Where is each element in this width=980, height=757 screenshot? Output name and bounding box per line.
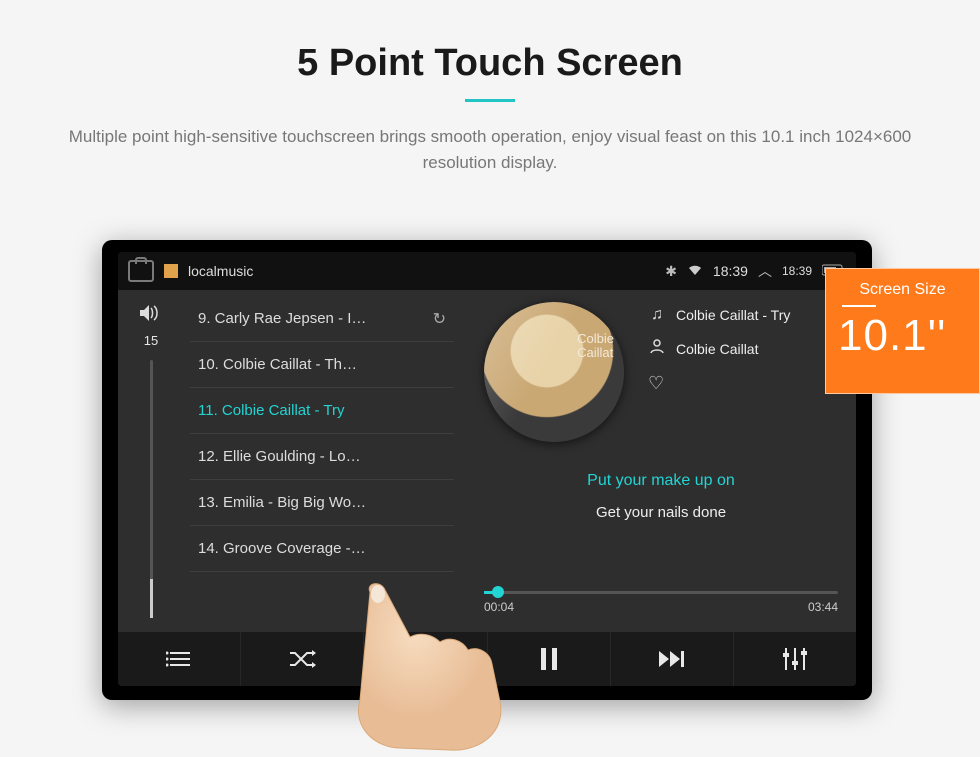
device-screen: localmusic ✱ 18:39 ︿ 18:39 15 9. Carly R… [118, 252, 856, 686]
callout-underline [842, 305, 876, 307]
playlist-item[interactable]: 10. Colbie Caillat - Th… [190, 342, 454, 388]
heart-icon[interactable]: ♡ [648, 373, 664, 394]
clock-primary: 18:39 [713, 263, 748, 279]
playlist[interactable]: 9. Carly Rae Jepsen - I…↻10. Colbie Cail… [184, 290, 454, 632]
progress-slider[interactable] [484, 591, 838, 594]
playlist-item[interactable]: 11. Colbie Caillat - Try [190, 388, 454, 434]
lyric-next: Get your nails done [484, 504, 838, 521]
clock-secondary: 18:39 [782, 264, 812, 278]
playlist-item[interactable]: 14. Groove Coverage -… [190, 526, 454, 572]
time-total: 03:44 [808, 600, 838, 614]
track-title: Colbie Caillat - Try [676, 307, 790, 323]
page-title: 5 Point Touch Screen [0, 42, 980, 85]
transport-controls [118, 632, 856, 686]
title-underline [465, 99, 515, 102]
volume-column: 15 [118, 290, 184, 632]
equalizer-button[interactable] [734, 632, 856, 686]
main-area: 15 9. Carly Rae Jepsen - I…↻10. Colbie C… [118, 290, 856, 632]
bluetooth-icon: ✱ [665, 263, 677, 280]
album-text-1: Colbie [577, 331, 614, 346]
chevron-up-icon[interactable]: ︿ [758, 261, 772, 281]
pause-button[interactable] [488, 632, 611, 686]
artist-name: Colbie Caillat [676, 341, 758, 357]
time-elapsed: 00:04 [484, 600, 514, 614]
previous-button[interactable] [364, 632, 487, 686]
speaker-icon[interactable] [140, 304, 162, 327]
now-playing-panel: Colbie Caillat ♫ Colbie Caillat - Try [454, 290, 856, 632]
person-icon [648, 338, 666, 359]
app-label: localmusic [188, 263, 253, 279]
shuffle-button[interactable] [241, 632, 364, 686]
folder-icon[interactable] [164, 264, 178, 278]
page-subtitle: Multiple point high-sensitive touchscree… [60, 124, 920, 175]
volume-level: 15 [144, 333, 158, 348]
playlist-item[interactable]: 9. Carly Rae Jepsen - I…↻ [190, 296, 454, 342]
loop-icon[interactable]: ↻ [433, 309, 446, 329]
album-text-2: Caillat [577, 345, 613, 360]
callout-value: 10.1'' [838, 311, 967, 361]
album-art: Colbie Caillat [484, 302, 624, 442]
lyric-current: Put your make up on [484, 472, 838, 490]
playlist-item[interactable]: 12. Ellie Goulding - Lo… [190, 434, 454, 480]
playlist-item[interactable]: 13. Emilia - Big Big Wo… [190, 480, 454, 526]
device-frame: localmusic ✱ 18:39 ︿ 18:39 15 9. Carly R… [102, 240, 872, 700]
status-bar: localmusic ✱ 18:39 ︿ 18:39 [118, 252, 856, 290]
progress-area: 00:04 03:44 [484, 591, 838, 614]
music-note-icon: ♫ [648, 306, 666, 324]
screen-size-callout: Screen Size 10.1'' [825, 268, 980, 394]
wifi-icon [687, 263, 703, 279]
home-icon[interactable] [128, 260, 154, 282]
volume-slider[interactable] [150, 360, 153, 618]
next-button[interactable] [611, 632, 734, 686]
callout-title: Screen Size [838, 281, 967, 299]
playlist-button[interactable] [118, 632, 241, 686]
